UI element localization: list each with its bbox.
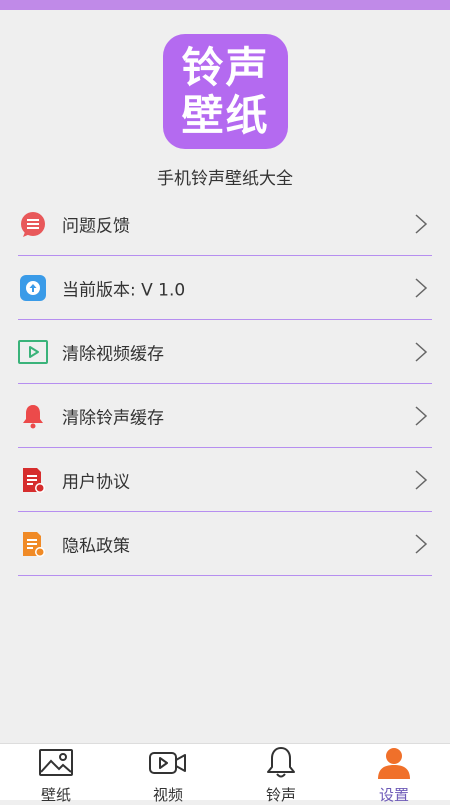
tab-video-label: 视频 [152, 786, 183, 804]
chevron-right-icon [415, 470, 428, 490]
logo-line-2: 壁纸 [181, 90, 270, 140]
tab-ringtone[interactable]: 铃声 [225, 744, 337, 804]
version-icon [18, 273, 48, 303]
version-label: 当前版本: V 1.0 [62, 280, 186, 301]
menu-item-clear-ringtone-cache[interactable]: 清除铃声缓存 [18, 384, 432, 448]
document-icon [18, 465, 48, 495]
menu-item-version[interactable]: 当前版本: V 1.0 [18, 256, 432, 320]
video-play-icon [18, 337, 48, 367]
chevron-right-icon [415, 534, 428, 554]
bell-icon [18, 401, 48, 431]
status-bar [0, 0, 450, 10]
tab-settings[interactable]: 设置 [338, 744, 450, 804]
feedback-icon [18, 209, 48, 239]
privacy-policy-label: 隐私政策 [62, 536, 130, 557]
divider [18, 575, 432, 576]
menu-item-clear-video-cache[interactable]: 清除视频缓存 [18, 320, 432, 384]
chevron-right-icon [415, 342, 428, 362]
privacy-document-icon [18, 529, 48, 559]
clear-ringtone-cache-label: 清除铃声缓存 [62, 408, 164, 429]
chevron-right-icon [415, 214, 428, 234]
tab-wallpaper[interactable]: 壁纸 [0, 744, 112, 804]
tab-ringtone-label: 铃声 [265, 786, 296, 804]
tab-wallpaper-label: 壁纸 [40, 786, 71, 804]
user-agreement-label: 用户协议 [62, 472, 130, 493]
feedback-label: 问题反馈 [62, 216, 130, 237]
logo-line-1: 铃声 [181, 42, 270, 92]
image-icon [39, 749, 73, 776]
app-name: 手机铃声壁纸大全 [157, 169, 293, 189]
tab-settings-label: 设置 [378, 786, 409, 804]
tab-video[interactable]: 视频 [112, 744, 224, 804]
bottom-tab-bar: 壁纸 视频 铃声 设置 [0, 743, 450, 804]
app-logo: 铃声 壁纸 [163, 34, 288, 149]
bell-outline-icon [267, 747, 295, 778]
chevron-right-icon [415, 406, 428, 426]
menu-item-privacy-policy[interactable]: 隐私政策 [18, 512, 432, 576]
chevron-right-icon [415, 278, 428, 298]
menu-item-feedback[interactable]: 问题反馈 [18, 192, 432, 256]
video-camera-icon [149, 752, 186, 774]
clear-video-cache-label: 清除视频缓存 [62, 344, 164, 365]
menu-item-user-agreement[interactable]: 用户协议 [18, 448, 432, 512]
person-icon [378, 748, 410, 779]
